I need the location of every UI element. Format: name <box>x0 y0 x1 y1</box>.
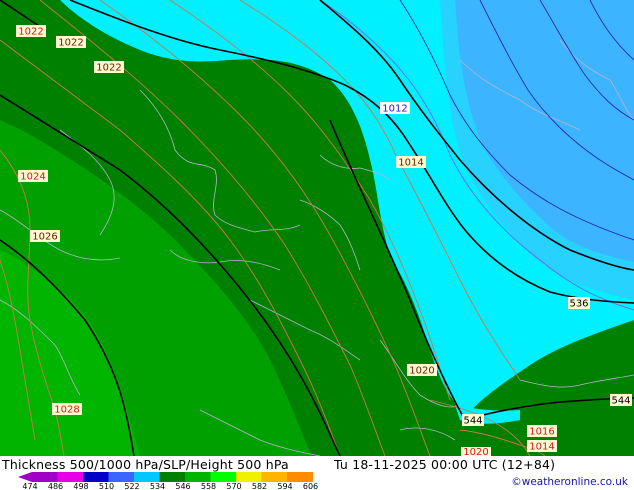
map-footer: Thickness 500/1000 hPa/SLP/Height 500 hP… <box>0 456 634 490</box>
isobar-label-text: 1026 <box>32 232 57 243</box>
colorbar-tick-label: 546 <box>175 482 191 490</box>
height-label-text: 536 <box>569 299 588 310</box>
isobar-label: 1020 <box>407 364 437 377</box>
isobar-label: 1016 <box>527 425 557 438</box>
isobar-label-text: 1016 <box>529 427 554 438</box>
colorbar-swatch <box>83 472 109 482</box>
colorbar-tick-label: 498 <box>73 482 89 490</box>
isobar-label: 1022 <box>16 25 46 38</box>
colorbar-ticks: 474 486 498 510 522 534 546 558 570 582 594 606 <box>0 482 330 490</box>
isobar-label: 1020 <box>461 447 491 456</box>
colorbar-swatch <box>261 472 288 482</box>
isobar-label-text: 1022 <box>18 27 43 38</box>
colorbar-tick-label: 594 <box>277 482 293 490</box>
isobar-label: 1022 <box>56 36 86 49</box>
isobar-label: 1028 <box>52 403 82 416</box>
height-label: 536 <box>568 297 590 310</box>
colorbar-swatch <box>134 472 160 482</box>
isobar-label: 1014 <box>396 156 426 169</box>
isobar-label-text: 1022 <box>96 63 121 74</box>
colorbar-swatch <box>287 472 313 482</box>
weather-map-page: 1022 1022 1022 1012 1014 1024 1026 1028 … <box>0 0 634 490</box>
colorbar <box>18 472 313 482</box>
height-label-text: 544 <box>463 416 482 427</box>
colorbar-swatch <box>57 472 84 482</box>
colorbar-tick-label: 510 <box>98 482 115 490</box>
colorbar-swatch <box>32 472 58 482</box>
height-label: 544 <box>462 414 484 427</box>
credit-link[interactable]: ©weatheronline.co.uk <box>511 476 628 488</box>
height-label-text: 544 <box>611 396 630 407</box>
isobar-label: 1022 <box>94 61 124 74</box>
colorbar-swatch <box>210 472 237 482</box>
isobar-label: 1024 <box>18 170 48 183</box>
isobar-label-text: 1020 <box>409 366 434 377</box>
colorbar-swatch <box>159 472 186 482</box>
colorbar-swatch <box>108 472 135 482</box>
thickness-map: 1022 1022 1022 1012 1014 1024 1026 1028 … <box>0 0 634 456</box>
isobar-label-text: 1012 <box>382 104 407 115</box>
colorbar-tick-label: 606 <box>302 482 319 490</box>
colorbar-tick-label: 534 <box>149 482 166 490</box>
colorbar-tick-label: 570 <box>226 482 242 490</box>
isobar-label-text: 1024 <box>20 172 45 183</box>
map-title: Thickness 500/1000 hPa/SLP/Height 500 hP… <box>2 457 289 472</box>
isobar-label: 1026 <box>30 230 60 243</box>
colorbar-tick-label: 486 <box>47 482 64 490</box>
isobar-label: 1012 <box>380 102 410 115</box>
isobar-label-text: 1014 <box>529 442 554 453</box>
valid-time: Tu 18-11-2025 00:00 UTC (12+84) <box>334 457 556 472</box>
isobar-label-text: 1014 <box>398 158 423 169</box>
colorbar-arrow <box>18 472 32 482</box>
colorbar-swatch <box>236 472 262 482</box>
isobar-label-text: 1020 <box>463 447 488 456</box>
colorbar-tick-label: 474 <box>22 482 38 490</box>
colorbar-tick-label: 558 <box>200 482 217 490</box>
height-label: 544 <box>610 394 632 407</box>
colorbar-tick-label: 522 <box>124 482 140 490</box>
isobar-label-text: 1028 <box>54 405 79 416</box>
isobar-label-text: 1022 <box>58 38 83 49</box>
colorbar-swatch <box>185 472 211 482</box>
colorbar-tick-label: 582 <box>251 482 268 490</box>
isobar-label: 1014 <box>527 440 557 453</box>
